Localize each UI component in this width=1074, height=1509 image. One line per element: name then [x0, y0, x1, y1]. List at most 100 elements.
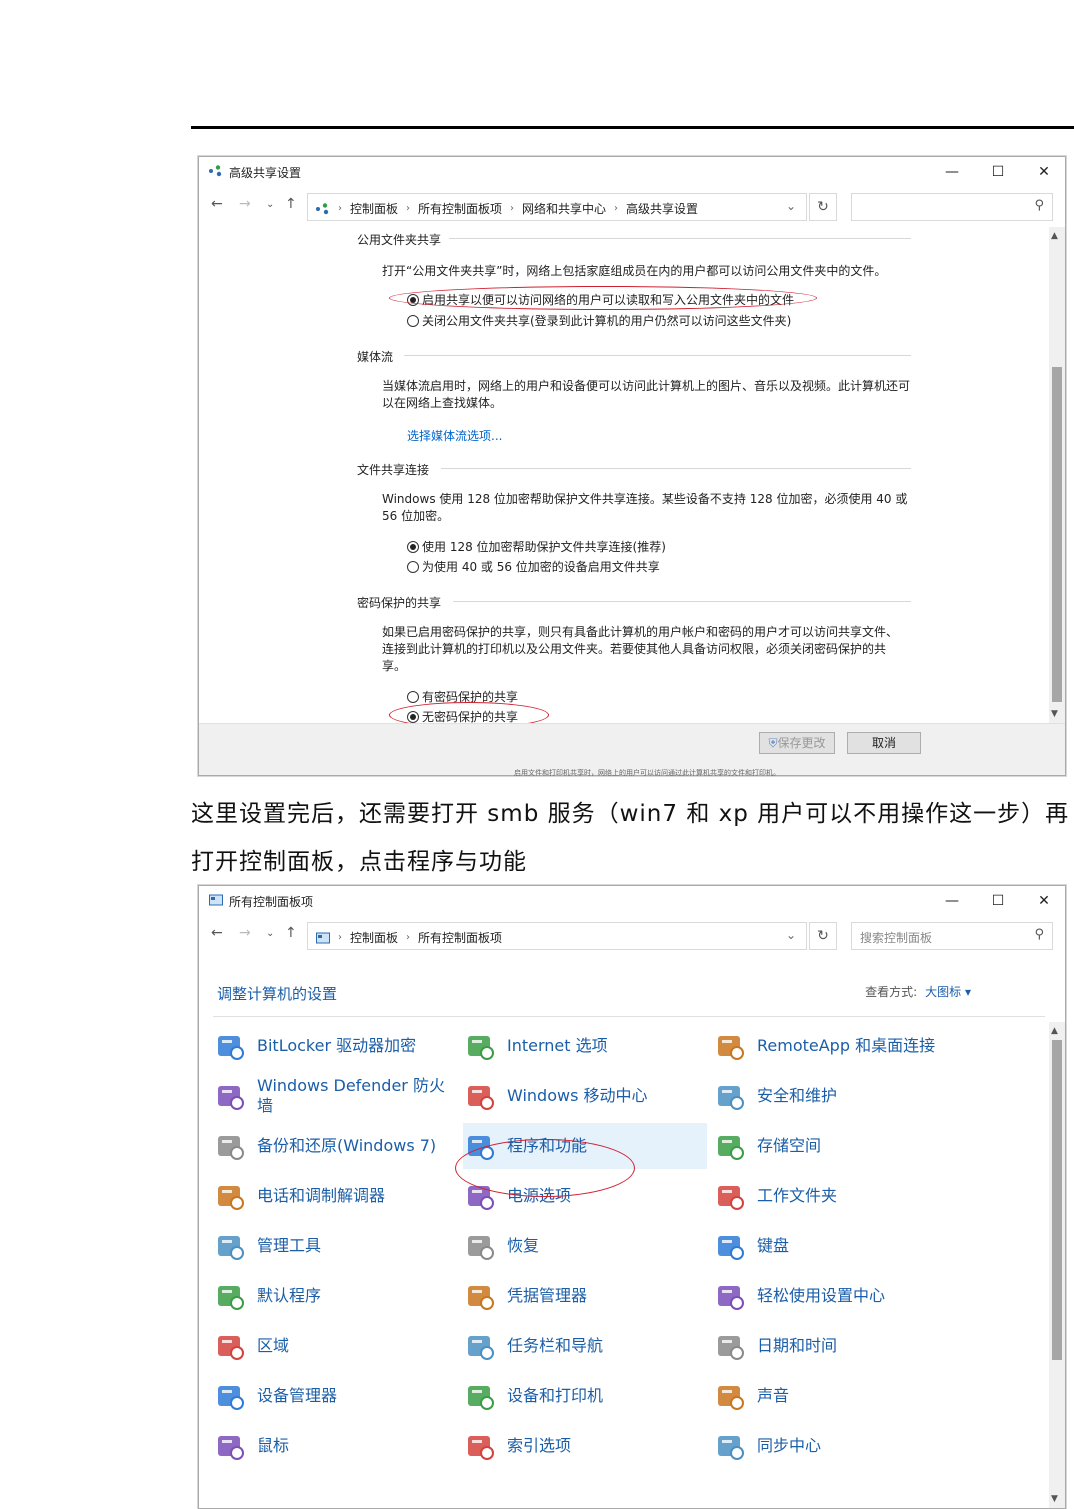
media-options-link[interactable]: 选择媒体流选项...: [407, 427, 502, 444]
control-panel-item[interactable]: 鼠标: [213, 1423, 449, 1469]
refresh-icon[interactable]: ↻: [809, 922, 837, 950]
close-button[interactable]: ✕: [1021, 886, 1065, 916]
firewall-icon: [213, 1079, 247, 1113]
section-heading-password: 密码保护的共享: [357, 596, 442, 610]
control-panel-item-label: 鼠标: [257, 1436, 290, 1455]
region-icon: [213, 1329, 247, 1363]
section-heading-file-sharing: 文件共享连接: [357, 463, 430, 477]
control-panel-icon: [209, 894, 223, 906]
control-panel-item[interactable]: 任务栏和导航: [463, 1323, 707, 1369]
bitlocker-icon: [213, 1029, 247, 1063]
scroll-down-arrow-icon[interactable]: ▼: [1051, 709, 1058, 719]
back-arrow-icon[interactable]: ←: [211, 196, 223, 212]
control-panel-item-label: RemoteApp 和桌面连接: [757, 1036, 936, 1055]
breadcrumb-control-panel[interactable]: 控制面板: [350, 200, 398, 217]
settings-content: 公用文件夹共享 打开“公用文件夹共享”时，网络上包括家庭组成员在内的用户都可以访…: [199, 227, 1065, 728]
minimize-button[interactable]: —: [929, 157, 975, 187]
control-panel-item-label: 声音: [757, 1386, 790, 1405]
control-panel-item-label: 日期和时间: [757, 1336, 838, 1355]
control-panel-item[interactable]: 凭据管理器: [463, 1273, 707, 1319]
vertical-scrollbar[interactable]: ▲ ▼: [1049, 1022, 1065, 1508]
control-panel-item[interactable]: 索引选项: [463, 1423, 707, 1469]
breadcrumb-control-panel[interactable]: 控制面板: [350, 929, 398, 946]
control-panel-item[interactable]: 管理工具: [213, 1223, 449, 1269]
devices-printers-icon: [463, 1379, 497, 1413]
up-arrow-icon[interactable]: ↑: [285, 925, 297, 941]
control-panel-item[interactable]: Windows Defender 防火墙: [213, 1073, 449, 1119]
control-panel-item[interactable]: 日期和时间: [713, 1323, 949, 1369]
control-panel-item[interactable]: 工作文件夹: [713, 1173, 949, 1219]
scroll-thumb[interactable]: [1052, 367, 1062, 702]
radio-public-off[interactable]: 关闭公用文件夹共享(登录到此计算机的用户仍然可以访问这些文件夹): [407, 312, 791, 329]
scroll-up-arrow-icon[interactable]: ▲: [1051, 231, 1058, 241]
sound-icon: [713, 1379, 747, 1413]
view-by-value[interactable]: 大图标 ▾: [925, 985, 971, 999]
breadcrumb-all-items[interactable]: 所有控制面板项: [418, 929, 502, 946]
control-panel-item[interactable]: 声音: [713, 1373, 949, 1419]
control-panel-item[interactable]: 同步中心: [713, 1423, 949, 1469]
search-input[interactable]: 搜索控制面板 ⚲: [851, 922, 1053, 950]
control-panel-item[interactable]: BitLocker 驱动器加密: [213, 1023, 449, 1069]
control-panel-item[interactable]: 存储空间: [713, 1123, 949, 1169]
breadcrumb-advanced-sharing[interactable]: 高级共享设置: [626, 200, 698, 217]
control-panel-item[interactable]: 设备管理器: [213, 1373, 449, 1419]
radio-encryption-40[interactable]: 为使用 40 或 56 位加密的设备启用文件共享: [407, 558, 660, 575]
forward-arrow-icon[interactable]: →: [239, 196, 251, 212]
back-arrow-icon[interactable]: ←: [211, 925, 223, 941]
save-label: 保存更改: [777, 736, 826, 750]
breadcrumb-all-items[interactable]: 所有控制面板项: [418, 200, 502, 217]
breadcrumb-network-center[interactable]: 网络和共享中心: [522, 200, 606, 217]
control-panel-item-label: 备份和还原(Windows 7): [257, 1136, 437, 1155]
refresh-icon[interactable]: ↻: [809, 193, 837, 221]
page-title: 调整计算机的设置: [217, 985, 338, 1003]
divider: [449, 238, 911, 239]
control-panel-item[interactable]: 键盘: [713, 1223, 949, 1269]
scroll-down-arrow-icon[interactable]: ▼: [1051, 1494, 1058, 1504]
search-placeholder: 搜索控制面板: [860, 931, 933, 945]
minimize-button[interactable]: —: [929, 886, 975, 916]
taskbar-icon: [463, 1329, 497, 1363]
control-panel-item[interactable]: 默认程序: [213, 1273, 449, 1319]
radio-button-selected[interactable]: [407, 540, 419, 553]
chevron-down-icon[interactable]: ⌄: [786, 928, 796, 942]
control-panel-item[interactable]: 恢复: [463, 1223, 707, 1269]
shield-icon: ⛨: [768, 736, 778, 750]
scroll-up-arrow-icon[interactable]: ▲: [1051, 1026, 1058, 1036]
control-panel-item[interactable]: 备份和还原(Windows 7): [213, 1123, 449, 1169]
control-panel-item[interactable]: 轻松使用设置中心: [713, 1273, 949, 1319]
radio-button[interactable]: [407, 560, 419, 573]
radio-encryption-128[interactable]: 使用 128 位加密帮助保护文件共享连接(推荐): [407, 538, 666, 555]
vertical-scrollbar[interactable]: ▲ ▼: [1049, 227, 1065, 723]
recent-chevron-icon[interactable]: ⌄: [266, 199, 274, 210]
maximize-button[interactable]: ☐: [975, 886, 1021, 916]
chevron-down-icon[interactable]: ⌄: [786, 199, 796, 213]
address-bar-row: ← → ⌄ ↑ › 控制面板 › 所有控制面板项 › 网络和共享中心 › 高级共…: [199, 190, 1065, 222]
radio-button[interactable]: [407, 690, 419, 703]
control-panel-item[interactable]: 电话和调制解调器: [213, 1173, 449, 1219]
control-panel-item[interactable]: Windows 移动中心: [463, 1073, 707, 1119]
search-input[interactable]: ⚲: [851, 193, 1053, 221]
maximize-button[interactable]: ☐: [975, 157, 1021, 187]
scroll-thumb[interactable]: [1052, 1040, 1062, 1360]
control-panel-item-label: 设备管理器: [257, 1386, 338, 1405]
ease-of-access-icon: [713, 1279, 747, 1313]
view-by-control[interactable]: 查看方式: 大图标 ▾: [865, 983, 971, 1000]
phone-modem-icon: [213, 1179, 247, 1213]
control-panel-item[interactable]: 区域: [213, 1323, 449, 1369]
radio-button[interactable]: [407, 314, 419, 327]
control-panel-item-label: Windows Defender 防火墙: [257, 1076, 445, 1115]
address-field[interactable]: › 控制面板 › 所有控制面板项 › 网络和共享中心 › 高级共享设置 ⌄: [307, 193, 807, 221]
control-panel-item[interactable]: Internet 选项: [463, 1023, 707, 1069]
control-panel-item[interactable]: RemoteApp 和桌面连接: [713, 1023, 949, 1069]
recent-chevron-icon[interactable]: ⌄: [266, 928, 274, 939]
control-panel-item[interactable]: 设备和打印机: [463, 1373, 707, 1419]
address-field[interactable]: › 控制面板 › 所有控制面板项 ⌄: [307, 922, 807, 950]
up-arrow-icon[interactable]: ↑: [285, 196, 297, 212]
close-button[interactable]: ✕: [1021, 157, 1065, 187]
sync-center-icon: [713, 1429, 747, 1463]
control-panel-item[interactable]: 安全和维护: [713, 1073, 949, 1119]
keyboard-icon: [713, 1229, 747, 1263]
save-changes-button[interactable]: ⛨保存更改: [759, 732, 835, 754]
cancel-button[interactable]: 取消: [847, 732, 921, 754]
forward-arrow-icon[interactable]: →: [239, 925, 251, 941]
